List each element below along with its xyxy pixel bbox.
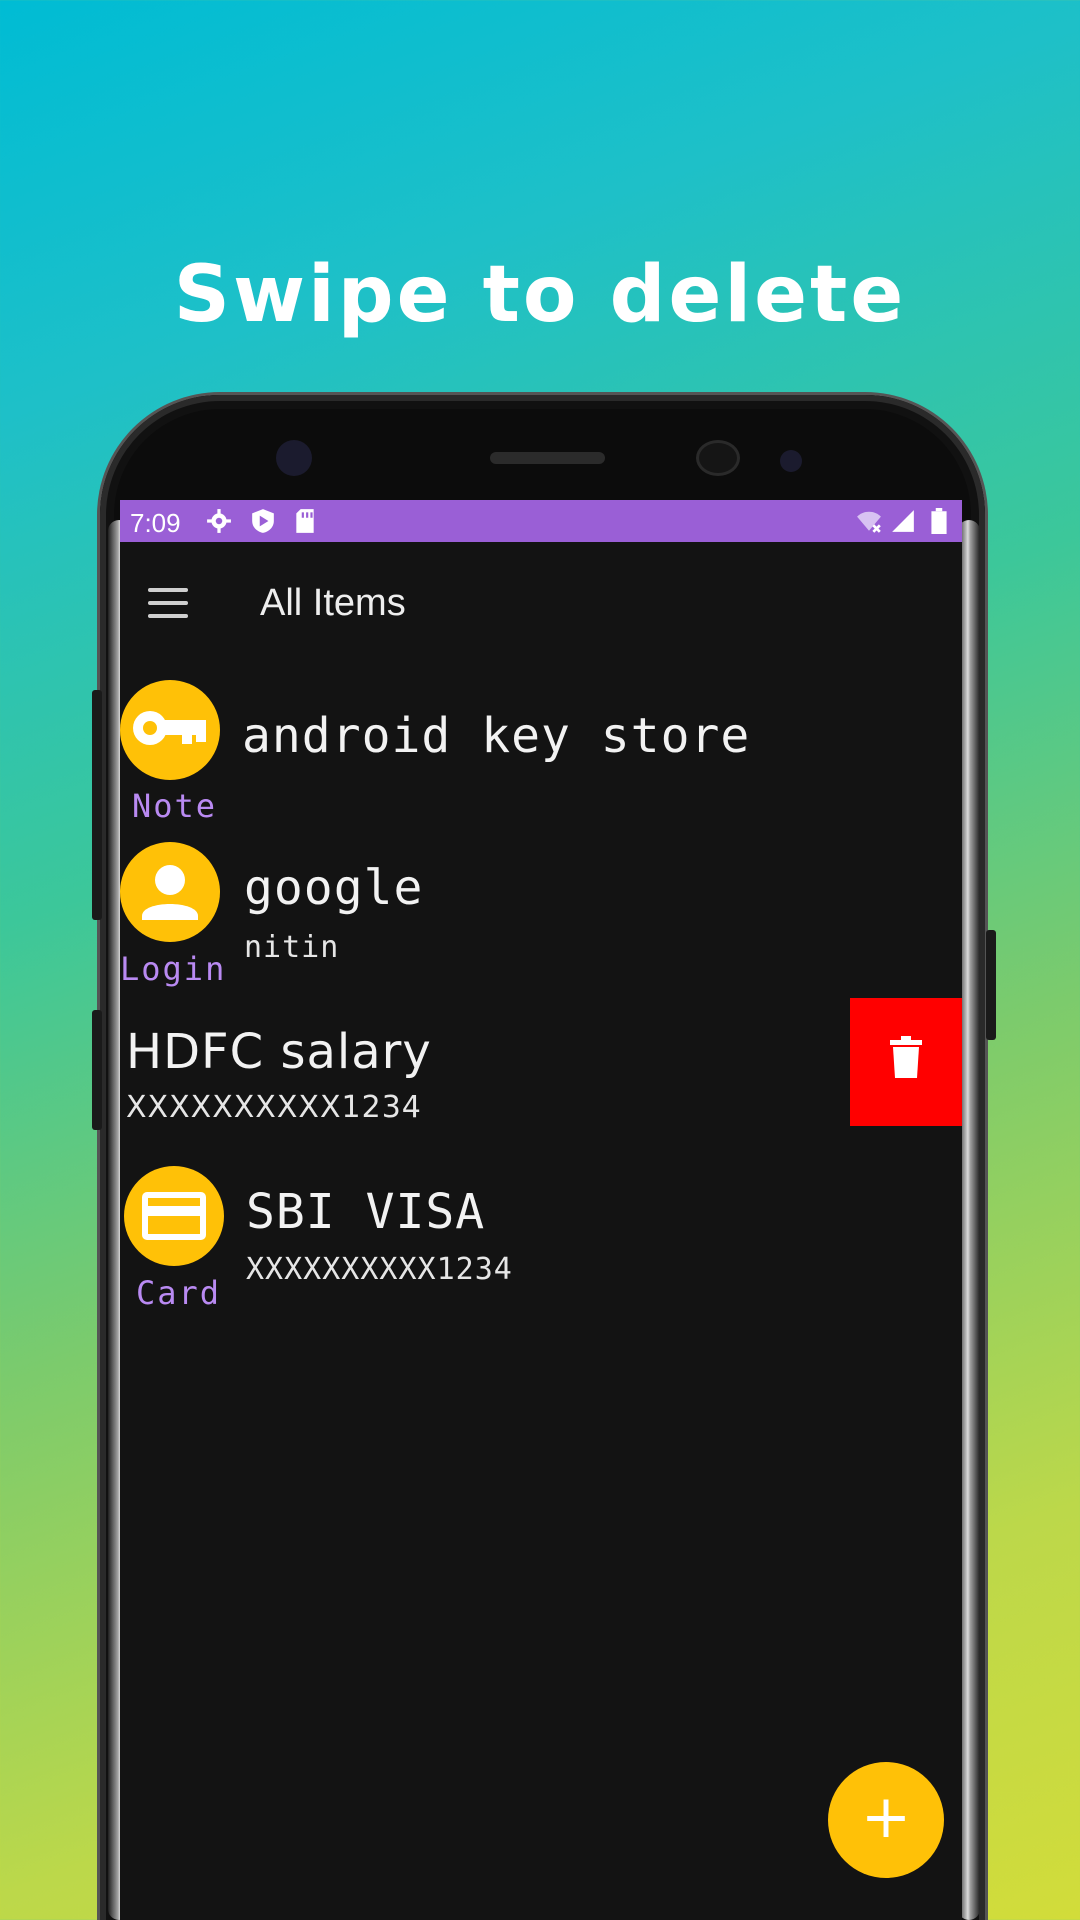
list-item[interactable]: Note android key store	[120, 670, 962, 830]
front-camera	[276, 440, 312, 476]
shield-play-icon	[252, 509, 274, 533]
trash-icon	[890, 1036, 922, 1078]
headline: Swipe to delete	[173, 250, 907, 340]
volume-button	[92, 690, 102, 920]
signal-icon	[892, 510, 914, 532]
list-item[interactable]: Card SBI VISA XXXXXXXXXX1234	[120, 1164, 962, 1324]
earpiece	[490, 452, 605, 464]
hamburger-menu-icon[interactable]	[148, 588, 188, 618]
item-title: google	[244, 860, 424, 916]
add-icon: +	[860, 1782, 912, 1852]
item-avatar	[120, 842, 220, 942]
wifi-off-icon	[857, 511, 881, 533]
delete-action[interactable]	[850, 998, 962, 1126]
list-item[interactable]: Login google nitin	[120, 840, 962, 1000]
swiped-list-item[interactable]: HDFC salary XXXXXXXXXX1234	[120, 998, 850, 1148]
power-button	[986, 930, 996, 1040]
app-bar: All Items	[120, 542, 962, 662]
battery-icon	[931, 508, 947, 534]
add-item-button[interactable]: +	[828, 1762, 944, 1878]
item-subtitle: XXXXXXXXXX1234	[126, 1090, 422, 1125]
item-type-label: Card	[136, 1274, 222, 1312]
phone-screen: 7:09 All Items Note android key store Lo…	[120, 500, 962, 1920]
status-time: 7:09	[130, 508, 181, 538]
key-icon	[133, 711, 206, 745]
status-bar: 7:09	[120, 500, 962, 542]
item-avatar	[120, 680, 220, 780]
item-title: android key store	[242, 708, 751, 764]
iris-scanner	[696, 440, 740, 476]
item-type-label: Login	[120, 950, 227, 988]
item-type-label: Note	[132, 787, 218, 825]
item-subtitle: XXXXXXXXXX1234	[246, 1252, 513, 1287]
item-avatar	[124, 1166, 224, 1266]
person-icon	[142, 865, 198, 920]
bixby-button	[92, 1010, 102, 1130]
item-subtitle: nitin	[244, 930, 340, 965]
sd-card-icon	[296, 509, 314, 533]
page-title: All Items	[260, 582, 406, 624]
settings-icon	[207, 509, 231, 533]
card-icon	[142, 1192, 206, 1240]
item-title: SBI VISA	[246, 1184, 486, 1240]
proximity-sensor	[780, 450, 802, 472]
item-title: HDFC salary	[126, 1024, 432, 1080]
